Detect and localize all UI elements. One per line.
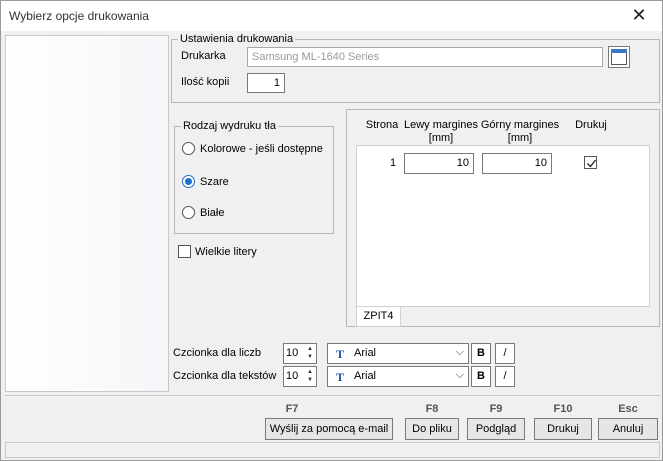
numbers-font-label: Czcionka dla liczb xyxy=(173,347,262,359)
text-font-name: Arial xyxy=(354,370,377,382)
print-page-checkbox[interactable] xyxy=(584,156,597,169)
footer-divider xyxy=(5,395,660,396)
background-type-title: Rodzaj wydruku tła xyxy=(181,120,278,132)
truetype-icon: T xyxy=(336,370,345,384)
col-header-left-margin: Lewy margines [mm] xyxy=(399,119,483,145)
col-header-top-margin: Górny margines [mm] xyxy=(477,119,563,145)
email-button[interactable]: Wyślij za pomocą e-mail xyxy=(265,418,393,440)
spinner-arrows-icon[interactable]: ▲ ▼ xyxy=(305,345,315,362)
status-bar xyxy=(5,442,660,458)
checkmark-icon xyxy=(587,159,597,168)
cancel-button[interactable]: Anuluj xyxy=(598,418,658,440)
f10-key-hint: F10 xyxy=(553,403,573,415)
radio-white[interactable]: Białe xyxy=(182,206,224,219)
radio-gray-dot[interactable] xyxy=(182,175,195,188)
radio-white-label: Białe xyxy=(200,206,225,219)
radio-color-label: Kolorowe - jeśli dostępne xyxy=(200,142,323,155)
print-options-dialog: Wybierz opcje drukowania ✕ Ustawienia dr… xyxy=(0,0,663,461)
col-header-top-margin-text: Górny margines [mm] xyxy=(480,119,560,144)
numbers-font-name: Arial xyxy=(354,347,377,359)
chevron-down-icon: ⌵ xyxy=(455,369,464,381)
text-font-label: Czcionka dla tekstów xyxy=(173,370,277,382)
printer-illustration xyxy=(5,35,169,392)
radio-gray-label: Szare xyxy=(200,175,229,188)
row-page-number: 1 xyxy=(390,157,397,169)
numbers-italic-button[interactable]: / xyxy=(495,343,515,364)
f9-key-hint: F9 xyxy=(489,403,503,415)
radio-color-dot[interactable] xyxy=(182,142,195,155)
text-italic-button[interactable]: / xyxy=(495,366,515,387)
printer-field[interactable]: Samsung ML-1640 Series xyxy=(247,47,603,67)
top-margin-input[interactable]: 10 xyxy=(482,153,552,174)
tab-zpit4[interactable]: ZPIT4 xyxy=(356,307,401,327)
print-button[interactable]: Drukuj xyxy=(534,418,592,440)
chevron-down-icon: ⌵ xyxy=(455,346,464,358)
spinner-arrows-icon[interactable]: ▲ ▼ xyxy=(305,368,315,385)
preview-button[interactable]: Podgląd xyxy=(467,418,525,440)
capitals-checkbox[interactable]: Wielkie litery xyxy=(178,245,257,258)
copies-input[interactable]: 1 xyxy=(247,73,285,93)
numbers-font-select[interactable]: T Arial ⌵ xyxy=(327,343,469,364)
numbers-size-value: 10 xyxy=(286,347,299,359)
capitals-checkbox-box[interactable] xyxy=(178,245,191,258)
left-margin-input[interactable]: 10 xyxy=(404,153,474,174)
col-header-left-margin-text: Lewy margines [mm] xyxy=(404,119,478,144)
text-size-spinner[interactable]: 10 ▲ ▼ xyxy=(283,366,317,387)
radio-white-dot[interactable] xyxy=(182,206,195,219)
f8-key-hint: F8 xyxy=(425,403,439,415)
radio-gray[interactable]: Szare xyxy=(182,175,229,188)
esc-key-hint: Esc xyxy=(618,403,638,415)
copies-label: Ilość kopii xyxy=(181,76,230,88)
text-size-value: 10 xyxy=(286,370,299,382)
close-icon[interactable]: ✕ xyxy=(616,1,662,31)
numbers-size-spinner[interactable]: 10 ▲ ▼ xyxy=(283,343,317,364)
choose-printer-button[interactable] xyxy=(608,46,630,68)
numbers-bold-button[interactable]: B xyxy=(471,343,491,364)
text-font-select[interactable]: T Arial ⌵ xyxy=(327,366,469,387)
radio-color[interactable]: Kolorowe - jeśli dostępne xyxy=(182,142,323,155)
truetype-icon: T xyxy=(336,347,345,361)
window-title: Wybierz opcje drukowania xyxy=(9,9,149,23)
title-bar: Wybierz opcje drukowania ✕ xyxy=(1,1,662,31)
capitals-checkbox-label: Wielkie litery xyxy=(195,245,257,258)
printer-label: Drukarka xyxy=(181,50,226,62)
to-file-button[interactable]: Do pliku xyxy=(405,418,459,440)
f7-key-hint: F7 xyxy=(285,403,299,415)
text-bold-button[interactable]: B xyxy=(471,366,491,387)
print-settings-title: Ustawienia drukowania xyxy=(178,33,296,45)
col-header-print: Drukuj xyxy=(575,119,607,131)
